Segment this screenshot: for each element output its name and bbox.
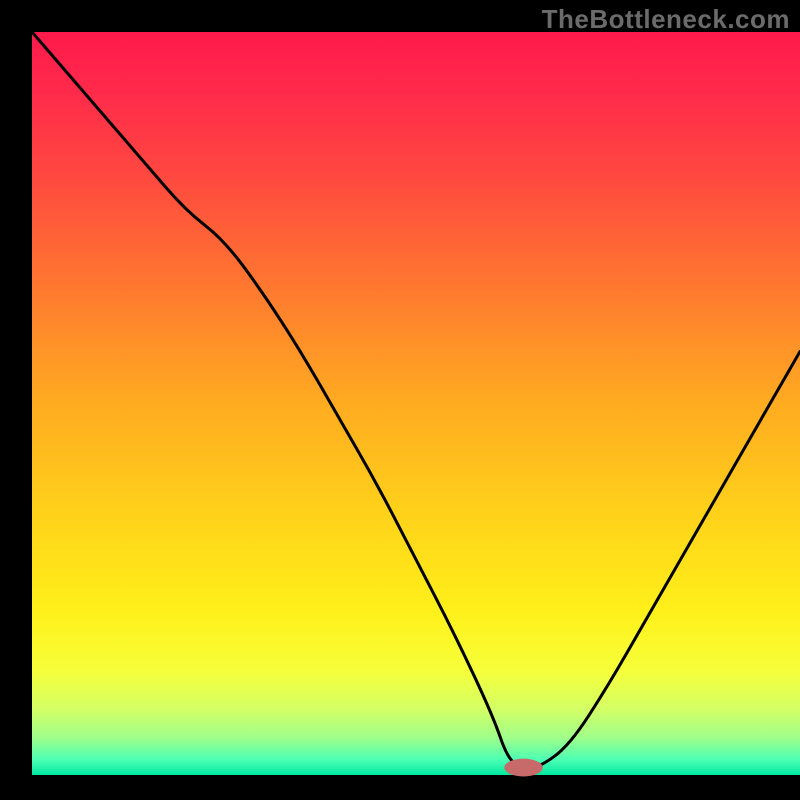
gradient-background — [32, 32, 800, 775]
watermark-text: TheBottleneck.com — [542, 4, 790, 35]
optimum-marker — [504, 759, 542, 777]
bottleneck-chart: TheBottleneck.com — [0, 0, 800, 800]
chart-svg — [0, 0, 800, 800]
